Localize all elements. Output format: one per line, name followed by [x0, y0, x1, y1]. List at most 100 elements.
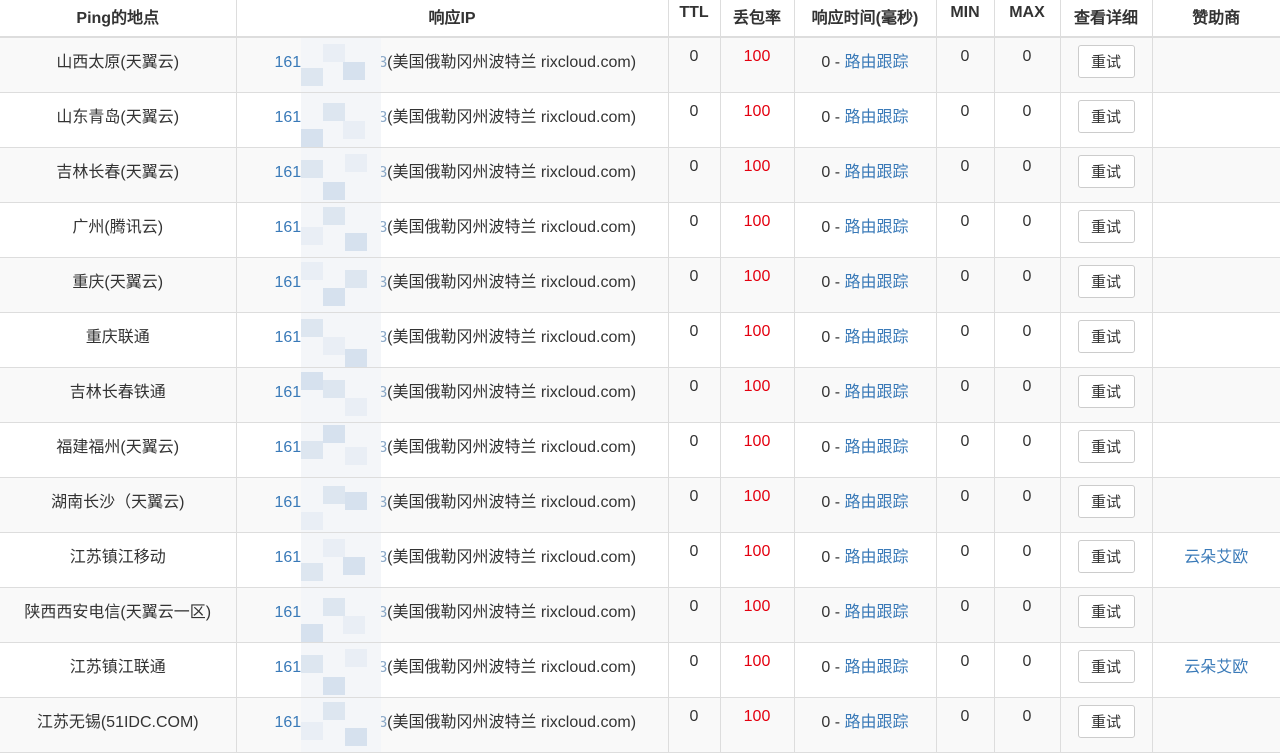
loss-cell: 100 [720, 37, 795, 93]
sponsor-cell [1152, 422, 1280, 478]
sponsor-link[interactable]: 云朵艾欧 [1184, 659, 1248, 676]
ip-location-text: (美国俄勒冈州波特兰 rixcloud.com) [387, 164, 637, 181]
trace-route-link[interactable]: 路由跟踪 [845, 54, 909, 71]
min-cell: 0 [936, 92, 995, 148]
location-text: 山东青岛(天翼云) [56, 109, 180, 126]
loss-cell: 100 [720, 312, 795, 368]
ip-link[interactable]: 161 [275, 384, 302, 401]
retry-button[interactable]: 重试 [1077, 210, 1135, 243]
time-value: 0 [821, 109, 831, 126]
ttl-cell: 0 [668, 37, 721, 93]
table-row: 吉林长春(天翼云) 161 3(美国俄勒冈州波特兰 rixcloud.com) 0… [0, 147, 1280, 203]
ip-link[interactable]: 161 [275, 494, 302, 511]
table-body: 山西太原(天翼云) 161 3(美国俄勒冈州波特兰 rixcloud.com) 0… [0, 37, 1280, 753]
sponsor-link[interactable]: 云朵艾欧 [1184, 549, 1248, 566]
retry-button[interactable]: 重试 [1077, 540, 1135, 573]
ip-location-text: (美国俄勒冈州波特兰 rixcloud.com) [387, 54, 637, 71]
time-value: 0 [821, 604, 831, 621]
retry-button[interactable]: 重试 [1077, 45, 1135, 78]
max-cell: 0 [994, 37, 1061, 93]
trace-route-link[interactable]: 路由跟踪 [845, 549, 909, 566]
trace-route-link[interactable]: 路由跟踪 [845, 384, 909, 401]
retry-button[interactable]: 重试 [1077, 485, 1135, 518]
retry-button[interactable]: 重试 [1077, 100, 1135, 133]
ip-cell: 161 3(美国俄勒冈州波特兰 rixcloud.com) [236, 422, 669, 478]
trace-route-link[interactable]: 路由跟踪 [845, 439, 909, 456]
time-separator: - [830, 659, 845, 676]
ttl-value: 0 [689, 708, 699, 725]
ttl-value: 0 [689, 653, 699, 670]
table-row: 山西太原(天翼云) 161 3(美国俄勒冈州波特兰 rixcloud.com) 0… [0, 37, 1280, 93]
ip-link[interactable]: 161 [275, 219, 302, 236]
ip-link[interactable]: 161 [275, 714, 302, 731]
location-text: 吉林长春铁通 [69, 384, 166, 401]
ip-link[interactable]: 161 [275, 274, 302, 291]
ip-link[interactable]: 161 [275, 164, 302, 181]
sponsor-cell [1152, 147, 1280, 203]
retry-button[interactable]: 重试 [1077, 650, 1135, 683]
min-value: 0 [960, 268, 970, 285]
retry-button[interactable]: 重试 [1077, 595, 1135, 628]
location-text: 广州(腾讯云) [72, 219, 164, 236]
retry-button[interactable]: 重试 [1077, 705, 1135, 738]
ip-link[interactable]: 161 [275, 109, 302, 126]
min-value: 0 [960, 48, 970, 65]
trace-route-link[interactable]: 路由跟踪 [845, 659, 909, 676]
header-loss: 丢包率 [720, 0, 795, 38]
retry-button[interactable]: 重试 [1077, 265, 1135, 298]
ttl-cell: 0 [668, 697, 721, 753]
time-separator: - [830, 109, 845, 126]
header-ip: 响应IP [236, 0, 669, 38]
ttl-cell: 0 [668, 532, 721, 588]
ip-link[interactable]: 161 [275, 439, 302, 456]
ip-link[interactable]: 161 [275, 549, 302, 566]
trace-route-link[interactable]: 路由跟踪 [845, 164, 909, 181]
ttl-cell: 0 [668, 642, 721, 698]
min-cell: 0 [936, 312, 995, 368]
details-cell: 重试 [1060, 532, 1153, 588]
trace-route-link[interactable]: 路由跟踪 [845, 109, 909, 126]
trace-route-link[interactable]: 路由跟踪 [845, 274, 909, 291]
ip-link[interactable]: 161 [275, 329, 302, 346]
retry-button[interactable]: 重试 [1077, 155, 1135, 188]
time-separator: - [830, 384, 845, 401]
details-cell: 重试 [1060, 642, 1153, 698]
retry-button[interactable]: 重试 [1077, 430, 1135, 463]
min-value: 0 [960, 708, 970, 725]
retry-button[interactable]: 重试 [1077, 320, 1135, 353]
time-cell: 0 - 路由跟踪 [794, 92, 937, 148]
time-cell: 0 - 路由跟踪 [794, 367, 937, 423]
trace-route-link[interactable]: 路由跟踪 [845, 219, 909, 236]
location-text: 吉林长春(天翼云) [56, 164, 180, 181]
table-row: 山东青岛(天翼云) 161 3(美国俄勒冈州波特兰 rixcloud.com) 0… [0, 92, 1280, 148]
trace-route-link[interactable]: 路由跟踪 [845, 494, 909, 511]
ip-redaction-mask [301, 698, 382, 752]
trace-route-link[interactable]: 路由跟踪 [845, 604, 909, 621]
ip-redaction-mask [301, 478, 382, 532]
min-value: 0 [960, 488, 970, 505]
header-location: Ping的地点 [0, 0, 237, 38]
min-cell: 0 [936, 147, 995, 203]
details-cell: 重试 [1060, 147, 1153, 203]
ip-link[interactable]: 161 [275, 604, 302, 621]
trace-route-link[interactable]: 路由跟踪 [845, 329, 909, 346]
min-cell: 0 [936, 697, 995, 753]
ip-cell: 161 3(美国俄勒冈州波特兰 rixcloud.com) [236, 37, 669, 93]
trace-route-link[interactable]: 路由跟踪 [845, 714, 909, 731]
ip-location-text: (美国俄勒冈州波特兰 rixcloud.com) [387, 659, 637, 676]
retry-button[interactable]: 重试 [1077, 375, 1135, 408]
location-cell: 广州(腾讯云) [0, 202, 237, 258]
ip-location-text: (美国俄勒冈州波特兰 rixcloud.com) [387, 219, 637, 236]
time-value: 0 [821, 494, 831, 511]
ttl-value: 0 [689, 598, 699, 615]
location-cell: 福建福州(天翼云) [0, 422, 237, 478]
ip-link[interactable]: 161 [275, 54, 302, 71]
table-row: 福建福州(天翼云) 161 3(美国俄勒冈州波特兰 rixcloud.com) 0… [0, 422, 1280, 478]
ip-link[interactable]: 161 [275, 659, 302, 676]
ip-location-text: (美国俄勒冈州波特兰 rixcloud.com) [387, 329, 637, 346]
time-cell: 0 - 路由跟踪 [794, 202, 937, 258]
ip-cell: 161 3(美国俄勒冈州波特兰 rixcloud.com) [236, 202, 669, 258]
max-cell: 0 [994, 367, 1061, 423]
location-text: 江苏镇江移动 [69, 549, 166, 566]
time-value: 0 [821, 219, 831, 236]
